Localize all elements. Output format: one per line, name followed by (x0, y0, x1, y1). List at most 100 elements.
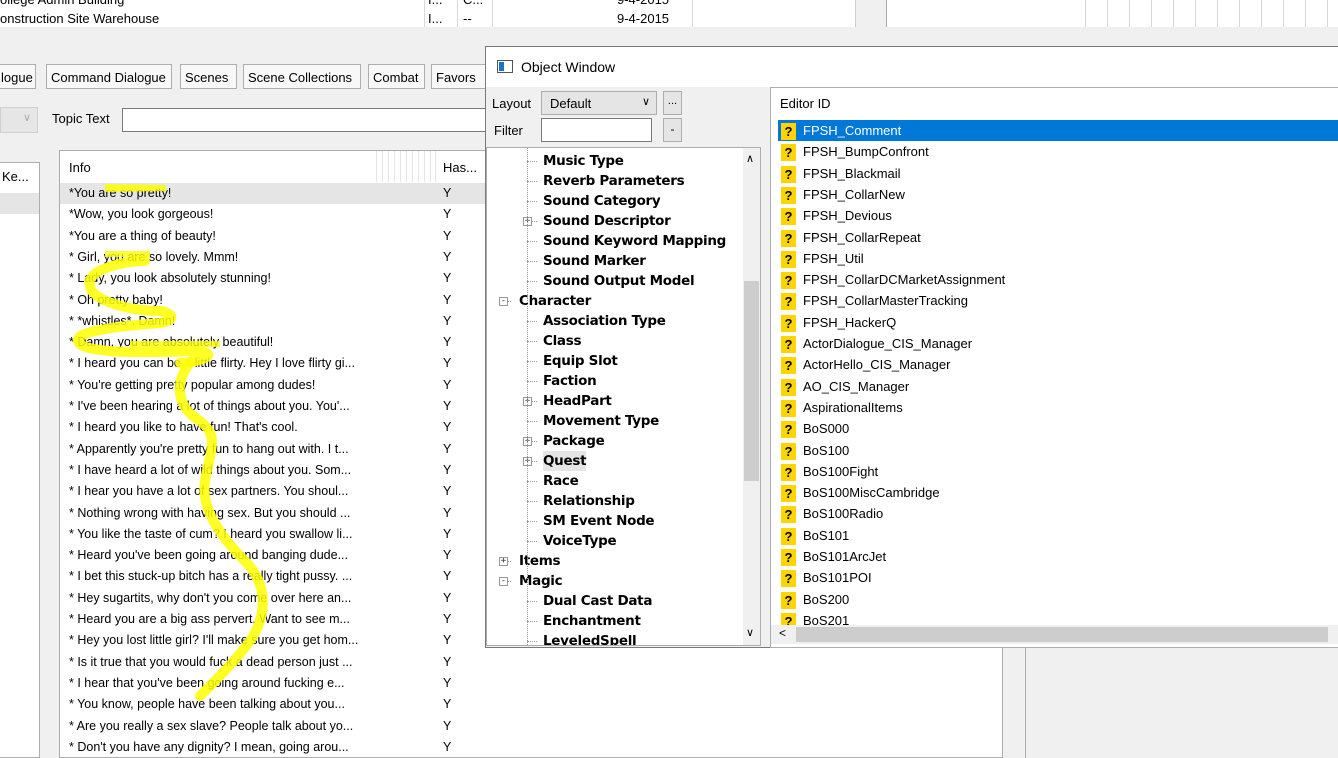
question-icon: ? (781, 293, 796, 311)
horizontal-scrollbar[interactable]: < (771, 625, 1338, 644)
editor-id-row[interactable]: ? FPSH_Util (778, 248, 1338, 269)
tab-command-dialogue[interactable]: Command Dialogue (46, 64, 172, 89)
filter-label: Filter (494, 123, 523, 138)
scroll-thumb[interactable] (744, 281, 759, 481)
editor-id-row[interactable]: ? FPSH_Comment (778, 120, 1338, 141)
editor-id-row[interactable]: ? FPSH_HackerQ (778, 312, 1338, 333)
tree-item[interactable]: SM Event Node (543, 511, 655, 531)
tree-item[interactable]: Character (519, 291, 591, 311)
tree-item[interactable]: VoiceType (543, 531, 617, 551)
tree-item[interactable]: Faction (543, 371, 597, 391)
header-editor-id[interactable]: Editor ID (780, 96, 831, 111)
collapse-icon[interactable]: - (499, 297, 508, 306)
tree-connector (527, 341, 537, 342)
tree-item[interactable]: Movement Type (543, 411, 659, 431)
collapse-icon[interactable]: - (499, 577, 508, 586)
cell-name: onstruction Site Warehouse (0, 11, 160, 26)
editor-id-text: BoS100 (803, 442, 850, 458)
tree-item[interactable]: Sound Keyword Mapping (543, 231, 726, 251)
selected-row[interactable] (0, 193, 39, 214)
editor-id-row[interactable]: ? BoS100Fight (778, 461, 1338, 482)
editor-id-row[interactable]: ? BoS200 (778, 589, 1338, 610)
editor-id-row[interactable]: ? BoS100Radio (778, 503, 1338, 524)
tree-item[interactable]: Quest (543, 451, 587, 471)
tree-connector (527, 181, 537, 182)
editor-id-row[interactable]: ? AspirationalItems (778, 397, 1338, 418)
editor-id-row[interactable]: ? FPSH_CollarNew (778, 184, 1338, 205)
scroll-left-icon[interactable]: < (779, 626, 786, 640)
scroll-down-icon[interactable]: ∨ (746, 626, 754, 639)
tree-item[interactable]: Music Type (543, 151, 624, 171)
editor-id-row[interactable]: ? FPSH_CollarDCMarketAssignment (778, 269, 1338, 290)
editor-id-row[interactable]: ? FPSH_CollarRepeat (778, 227, 1338, 248)
expand-icon[interactable]: + (499, 557, 508, 566)
scroll-up-icon[interactable]: ∧ (746, 152, 754, 165)
editor-id-row[interactable]: ? BoS100MiscCambridge (778, 482, 1338, 503)
tree-scrollbar[interactable]: ∧ ∨ (743, 148, 760, 645)
cell-b: C... (463, 0, 483, 9)
editor-id-row[interactable]: ? BoS100 (778, 440, 1338, 461)
editor-id-row[interactable]: ? ActorDialogue_CIS_Manager (778, 333, 1338, 354)
tree-item[interactable]: Race (543, 471, 579, 491)
tab-scene-collections[interactable]: Scene Collections (243, 64, 361, 89)
tab-combat[interactable]: Combat (368, 64, 425, 89)
layout-dropdown[interactable]: Default ∨ (541, 91, 657, 115)
column-header[interactable]: Ke... (2, 169, 29, 184)
filter-clear-button[interactable]: - (663, 118, 682, 142)
editor-id-row[interactable]: ? FPSH_CollarMasterTracking (778, 290, 1338, 311)
title-bar[interactable]: Object Window (486, 47, 1338, 87)
window-icon (497, 60, 513, 73)
scroll-thumb[interactable] (796, 627, 1328, 642)
tree-item[interactable]: Magic (519, 571, 563, 591)
editor-id-row[interactable]: ? BoS101POI (778, 567, 1338, 588)
tree-connector (527, 501, 537, 502)
editor-id-text: FPSH_Util (803, 250, 864, 266)
editor-id-row[interactable]: ? FPSH_Devious (778, 205, 1338, 226)
layout-value: Default (550, 96, 592, 111)
editor-id-list[interactable]: Editor ID ? FPSH_Comment? FPSH_BumpConfron… (770, 87, 1338, 648)
object-category-tree[interactable]: Music Type Reverb Parameters Sound Categor… (486, 147, 761, 646)
tree-item[interactable]: Sound Descriptor (543, 211, 671, 231)
filter-input[interactable] (541, 118, 652, 142)
question-icon: ? (781, 506, 796, 524)
editor-id-row[interactable]: ? AO_CIS_Manager (778, 376, 1338, 397)
editor-id-row[interactable]: ? FPSH_Blackmail (778, 163, 1338, 184)
tab-dialogue[interactable]: logue (0, 64, 36, 89)
column-divider (457, 0, 458, 27)
editor-id-text: FPSH_CollarNew (803, 186, 905, 202)
tree-item[interactable]: Class (543, 331, 582, 351)
window-title: Object Window (521, 59, 616, 75)
cell-name: ollege Admin Building (0, 0, 124, 9)
tree-item[interactable]: Items (519, 551, 561, 571)
tree-item[interactable]: Relationship (543, 491, 635, 511)
tree-item[interactable]: HeadPart (543, 391, 612, 411)
editor-id-row[interactable]: ? FPSH_BumpConfront (778, 141, 1338, 162)
question-icon: ? (781, 442, 796, 460)
list-item[interactable]: onstruction Site Warehouse I... -- 9-4-2… (0, 10, 855, 27)
tree-item[interactable]: Sound Marker (543, 251, 646, 271)
tree-item[interactable]: Association Type (543, 311, 666, 331)
tab-favors[interactable]: Favors (431, 64, 486, 89)
left-key-list[interactable]: Ke... (0, 162, 40, 758)
tree-item[interactable]: LeveledSpell (543, 631, 637, 645)
tree-item[interactable]: Reverb Parameters (543, 171, 685, 191)
editor-id-text: FPSH_CollarMasterTracking (803, 293, 968, 309)
tree-item[interactable]: Equip Slot (543, 351, 618, 371)
editor-id-row[interactable]: ? ActorHello_CIS_Manager (778, 354, 1338, 375)
tab-scenes[interactable]: Scenes (180, 64, 237, 89)
tree-item[interactable]: Package (543, 431, 605, 451)
tree-item[interactable]: Dual Cast Data (543, 591, 652, 611)
tree-item[interactable]: Sound Output Model (543, 271, 695, 291)
editor-id-row[interactable]: ? BoS101 (778, 525, 1338, 546)
layout-browse-button[interactable]: ... (663, 91, 682, 115)
scrollbar[interactable] (855, 0, 876, 27)
tree-connector (527, 361, 537, 362)
list-item[interactable]: ollege Admin Building I... C... 9-4-2015 (0, 0, 855, 9)
tree-item[interactable]: Sound Category (543, 191, 661, 211)
editor-id-row[interactable]: ? BoS000 (778, 418, 1338, 439)
tree-connector (527, 641, 537, 642)
tree-connector (527, 521, 537, 522)
editor-id-row[interactable]: ? BoS101ArcJet (778, 546, 1338, 567)
topic-text-input[interactable] (122, 108, 488, 132)
tree-item[interactable]: Enchantment (543, 611, 641, 631)
